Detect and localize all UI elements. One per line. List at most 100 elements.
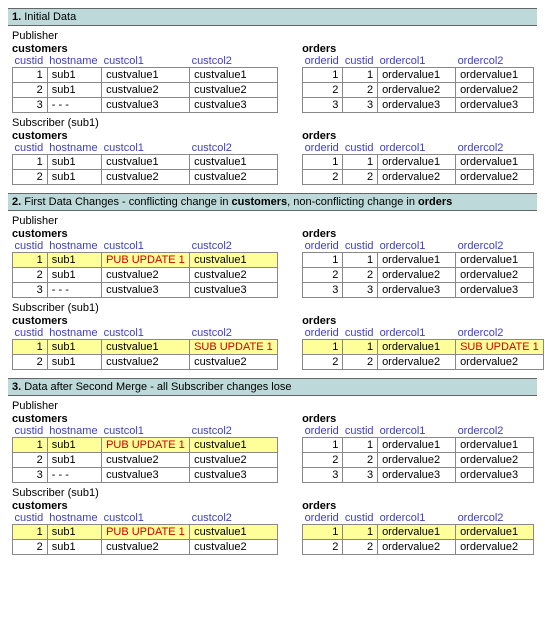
subscriber-label: Subscriber (sub1) <box>12 302 537 314</box>
section-header: 1. Initial Data <box>8 8 537 26</box>
cell: 1 <box>303 68 343 83</box>
orders-col-custid: custid <box>343 55 378 68</box>
cell: sub1 <box>47 155 101 170</box>
cell: ordervalue2 <box>378 170 456 185</box>
table-pair: customerscustidhostnamecustcol1custcol21… <box>8 500 537 555</box>
orders-col-orderid: orderid <box>303 55 343 68</box>
orders-col-custid: custid <box>343 327 378 340</box>
orders-col-ordercol2: ordercol2 <box>456 327 544 340</box>
orders-col-ordercol1: ordercol1 <box>378 240 456 253</box>
cell: custvalue2 <box>102 83 190 98</box>
orders-table: orderidcustidordercol1ordercol211orderva… <box>302 512 534 555</box>
cell: ordervalue1 <box>456 525 534 540</box>
orders-wrapper: ordersorderidcustidordercol1ordercol211o… <box>302 43 534 113</box>
cell: 2 <box>343 170 378 185</box>
orders-col-custid: custid <box>343 425 378 438</box>
cell: custvalue2 <box>102 453 190 468</box>
cell: ordervalue3 <box>378 468 456 483</box>
cell: 1 <box>13 438 48 453</box>
orders-heading: orders <box>302 500 534 512</box>
cell: ordervalue1 <box>378 525 456 540</box>
orders-col-ordercol1: ordercol1 <box>378 142 456 155</box>
orders-table: orderidcustidordercol1ordercol211orderva… <box>302 425 534 483</box>
orders-col-ordercol2: ordercol2 <box>456 142 534 155</box>
orders-wrapper: ordersorderidcustidordercol1ordercol211o… <box>302 413 534 483</box>
cell: 2 <box>343 268 378 283</box>
customers-wrapper: customerscustidhostnamecustcol1custcol21… <box>12 228 278 298</box>
section-number: 1. <box>12 11 24 23</box>
customers-heading: customers <box>12 413 278 425</box>
cell: sub1 <box>47 525 101 540</box>
orders-heading: orders <box>302 413 534 425</box>
cell: ordervalue2 <box>456 170 534 185</box>
orders-col-ordercol1: ordercol1 <box>378 55 456 68</box>
customers-col-custcol2: custcol2 <box>190 425 278 438</box>
cell: custvalue2 <box>102 170 190 185</box>
cell: 3 <box>13 283 48 298</box>
orders-wrapper: ordersorderidcustidordercol1ordercol211o… <box>302 500 534 555</box>
diagram-root: 1. Initial DataPublishercustomerscustidh… <box>8 8 537 555</box>
cell: 1 <box>343 438 378 453</box>
customers-col-custid: custid <box>13 240 48 253</box>
table-row: 33ordervalue3ordervalue3 <box>303 283 534 298</box>
cell: 2 <box>13 453 48 468</box>
table-row: 2sub1custvalue2custvalue2 <box>13 355 278 370</box>
orders-heading: orders <box>302 228 534 240</box>
cell: custvalue1 <box>190 438 278 453</box>
orders-col-orderid: orderid <box>303 327 343 340</box>
orders-heading: orders <box>302 130 534 142</box>
cell: ordervalue2 <box>378 355 456 370</box>
cell: custvalue1 <box>190 525 278 540</box>
cell: 2 <box>13 540 48 555</box>
customers-col-custcol2: custcol2 <box>190 55 278 68</box>
cell: 3 <box>303 283 343 298</box>
cell: 3 <box>343 98 378 113</box>
table-row: 1sub1PUB UPDATE 1custvalue1 <box>13 525 278 540</box>
cell: PUB UPDATE 1 <box>102 253 190 268</box>
customers-wrapper: customerscustidhostnamecustcol1custcol21… <box>12 130 278 185</box>
cell: ordervalue2 <box>456 83 534 98</box>
section-number: 2. <box>12 196 24 208</box>
cell: ordervalue2 <box>378 83 456 98</box>
cell: sub1 <box>47 540 101 555</box>
orders-col-custid: custid <box>343 240 378 253</box>
orders-table: orderidcustidordercol1ordercol211orderva… <box>302 142 534 185</box>
table-pair: customerscustidhostnamecustcol1custcol21… <box>8 315 537 370</box>
cell: custvalue3 <box>190 98 278 113</box>
cell: custvalue3 <box>190 283 278 298</box>
cell: custvalue1 <box>190 155 278 170</box>
cell: 1 <box>343 155 378 170</box>
cell: custvalue2 <box>190 355 278 370</box>
cell: 1 <box>303 525 343 540</box>
customers-table: custidhostnamecustcol1custcol21sub1custv… <box>12 327 278 370</box>
customers-wrapper: customerscustidhostnamecustcol1custcol21… <box>12 315 278 370</box>
customers-col-custcol1: custcol1 <box>102 55 190 68</box>
table-row: 22ordervalue2ordervalue2 <box>303 83 534 98</box>
table-pair: customerscustidhostnamecustcol1custcol21… <box>8 43 537 113</box>
cell: ordervalue1 <box>456 438 534 453</box>
cell: custvalue2 <box>102 355 190 370</box>
cell: ordervalue3 <box>456 283 534 298</box>
cell: custvalue2 <box>190 268 278 283</box>
cell: 1 <box>343 525 378 540</box>
cell: ordervalue2 <box>456 540 534 555</box>
cell: 1 <box>13 525 48 540</box>
table-row: 11ordervalue1ordervalue1 <box>303 525 534 540</box>
cell: 2 <box>13 268 48 283</box>
cell: ordervalue2 <box>456 355 544 370</box>
customers-col-custcol2: custcol2 <box>190 327 278 340</box>
cell: 2 <box>303 540 343 555</box>
cell: ordervalue3 <box>378 283 456 298</box>
orders-wrapper: ordersorderidcustidordercol1ordercol211o… <box>302 130 534 185</box>
table-row: 11ordervalue1SUB UPDATE 1 <box>303 340 544 355</box>
customers-col-hostname: hostname <box>47 425 101 438</box>
publisher-label: Publisher <box>12 400 537 412</box>
customers-wrapper: customerscustidhostnamecustcol1custcol21… <box>12 413 278 483</box>
cell: ordervalue2 <box>378 268 456 283</box>
table-row: 2sub1custvalue2custvalue2 <box>13 83 278 98</box>
customers-table: custidhostnamecustcol1custcol21sub1PUB U… <box>12 425 278 483</box>
table-row: 33ordervalue3ordervalue3 <box>303 468 534 483</box>
cell: custvalue3 <box>102 468 190 483</box>
cell: sub1 <box>47 83 101 98</box>
cell: 2 <box>13 355 48 370</box>
